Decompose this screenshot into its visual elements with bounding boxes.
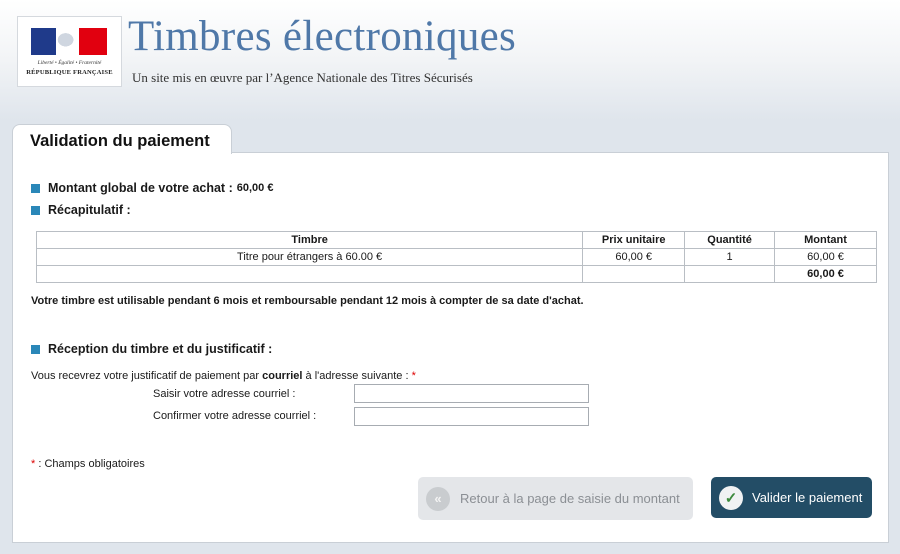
validity-note: Votre timbre est utilisable pendant 6 mo… bbox=[31, 295, 584, 307]
confirm-email-label: Confirmer votre adresse courriel : bbox=[153, 410, 317, 422]
column-header-unit-price: Prix unitaire bbox=[582, 231, 686, 249]
recap-label: Récapitulatif : bbox=[48, 203, 131, 217]
total-amount-label: Montant global de votre achat : bbox=[48, 181, 233, 195]
column-header-quantity: Quantité bbox=[684, 231, 776, 249]
cell-unit-price: 60,00 € bbox=[582, 248, 686, 266]
recap-table: Timbre Prix unitaire Quantité Montant Ti… bbox=[35, 231, 877, 283]
intro-text-end: à l'adresse suivante : bbox=[302, 370, 412, 382]
back-to-amount-button[interactable]: « Retour à la page de saisie du montant bbox=[418, 477, 693, 520]
bullet-square-icon bbox=[31, 205, 40, 215]
back-button-label: Retour à la page de saisie du montant bbox=[460, 491, 680, 506]
email-field[interactable] bbox=[354, 384, 589, 403]
intro-bold: courriel bbox=[262, 370, 303, 382]
site-title: Timbres électroniques bbox=[128, 13, 517, 60]
validate-payment-button[interactable]: ✓ Valider le paiement bbox=[711, 477, 872, 518]
logo-republic: RÉPUBLIQUE FRANÇAISE bbox=[26, 69, 113, 76]
required-legend: * : Champs obligatoires bbox=[31, 458, 145, 470]
table-total-row: 60,00 € bbox=[35, 265, 877, 283]
confirm-email-field[interactable] bbox=[354, 407, 589, 426]
bullet-square-icon bbox=[31, 344, 40, 354]
page-title: Validation du paiement bbox=[30, 132, 210, 150]
republique-francaise-logo[interactable]: Liberté • Égalité • Fraternité RÉPUBLIQU… bbox=[17, 16, 122, 87]
logo-motto: Liberté • Égalité • Fraternité bbox=[37, 60, 102, 66]
column-header-timbre: Timbre bbox=[35, 231, 584, 249]
reception-intro: Vous recevrez votre justificatif de paie… bbox=[31, 370, 416, 382]
site-header: Liberté • Égalité • Fraternité RÉPUBLIQU… bbox=[0, 0, 900, 108]
cell-empty bbox=[582, 265, 686, 283]
required-asterisk: * bbox=[411, 370, 416, 382]
table-header-row: Timbre Prix unitaire Quantité Montant bbox=[35, 231, 877, 249]
cell-total: 60,00 € bbox=[774, 265, 877, 283]
checkmark-icon: ✓ bbox=[719, 485, 743, 510]
table-row: Titre pour étrangers à 60.00 € 60,00 € 1… bbox=[35, 248, 877, 266]
page-tab: Validation du paiement bbox=[12, 124, 232, 154]
cell-empty bbox=[35, 265, 584, 283]
intro-text: Vous recevrez votre justificatif de paie… bbox=[31, 370, 263, 382]
cell-empty bbox=[684, 265, 776, 283]
total-amount-row: Montant global de votre achat : 60,00 € bbox=[31, 181, 273, 195]
cell-quantity: 1 bbox=[684, 248, 776, 266]
column-header-amount: Montant bbox=[774, 231, 877, 249]
bullet-square-icon bbox=[31, 183, 40, 193]
reception-title: Réception du timbre et du justificatif : bbox=[48, 342, 273, 356]
cell-amount: 60,00 € bbox=[774, 248, 877, 266]
double-chevron-left-icon: « bbox=[426, 486, 450, 511]
email-label: Saisir votre adresse courriel : bbox=[153, 388, 296, 400]
total-amount-value: 60,00 € bbox=[236, 182, 274, 194]
site-subtitle: Un site mis en œuvre par l’Agence Nation… bbox=[132, 70, 473, 85]
reception-heading: Réception du timbre et du justificatif : bbox=[31, 342, 272, 356]
payment-panel: Montant global de votre achat : 60,00 € … bbox=[12, 152, 889, 543]
cell-timbre: Titre pour étrangers à 60.00 € bbox=[35, 248, 584, 266]
marianne-flag-icon bbox=[31, 28, 107, 55]
recap-heading: Récapitulatif : bbox=[31, 203, 131, 217]
legend-text: : Champs obligatoires bbox=[35, 458, 145, 470]
validate-button-label: Valider le paiement bbox=[752, 490, 863, 505]
